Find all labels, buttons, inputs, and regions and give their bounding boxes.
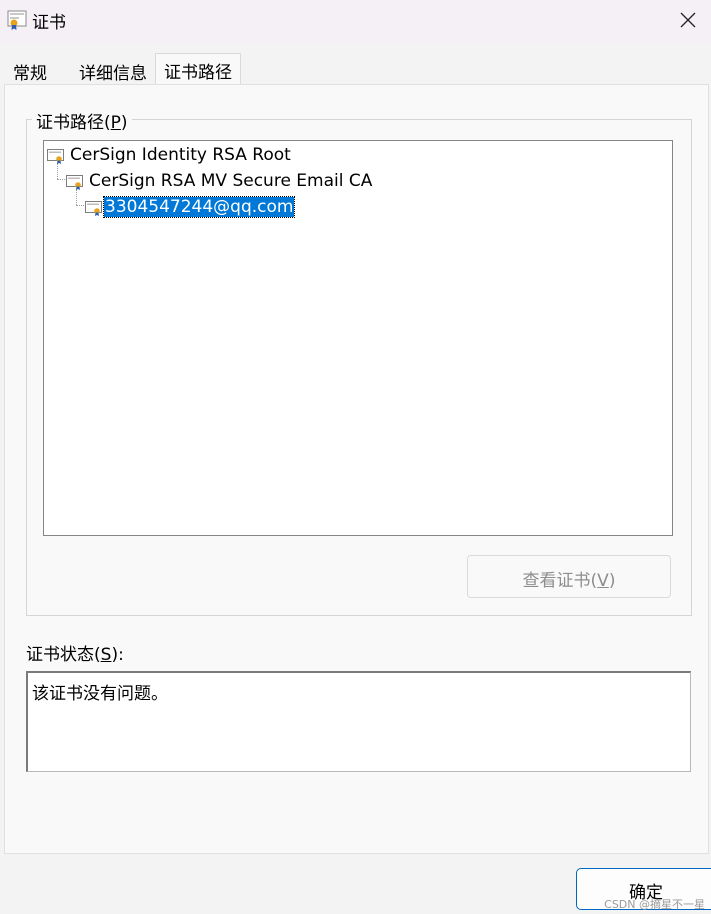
certificate-icon: [85, 201, 102, 216]
tab-certification-path[interactable]: 证书路径: [155, 53, 241, 87]
tab-strip: 常规 详细信息 证书路径: [0, 42, 711, 87]
certificate-status-label: 证书状态(S):: [26, 645, 124, 665]
tab-details[interactable]: 详细信息: [70, 55, 156, 86]
tree-item-label: CerSign Identity RSA Root: [70, 145, 291, 165]
certificate-icon: [66, 175, 83, 190]
close-icon: [680, 12, 696, 28]
close-button[interactable]: [665, 0, 711, 40]
watermark: CSDN @摘星不一星: [604, 898, 705, 911]
certification-path-tree[interactable]: CerSign Identity RSA Root CerSign RSA MV…: [43, 140, 673, 536]
tree-item-label: CerSign RSA MV Secure Email CA: [89, 171, 373, 191]
certificate-status-box[interactable]: 该证书没有问题。: [26, 671, 691, 772]
tab-general[interactable]: 常规: [4, 55, 56, 86]
title-bar: 证书: [0, 0, 711, 42]
tree-item-label: 3304547244@qq.com: [102, 196, 296, 218]
certificate-icon: [47, 149, 64, 164]
window-title: 证书: [32, 13, 66, 33]
certificate-status-text: 该证书没有问题。: [32, 684, 168, 704]
certificate-icon: [7, 9, 27, 31]
certification-path-label: 证书路径(P): [32, 108, 132, 133]
tree-connector: [57, 163, 58, 179]
tree-connector: [76, 189, 77, 205]
view-certificate-button[interactable]: 查看证书(V): [467, 555, 671, 598]
